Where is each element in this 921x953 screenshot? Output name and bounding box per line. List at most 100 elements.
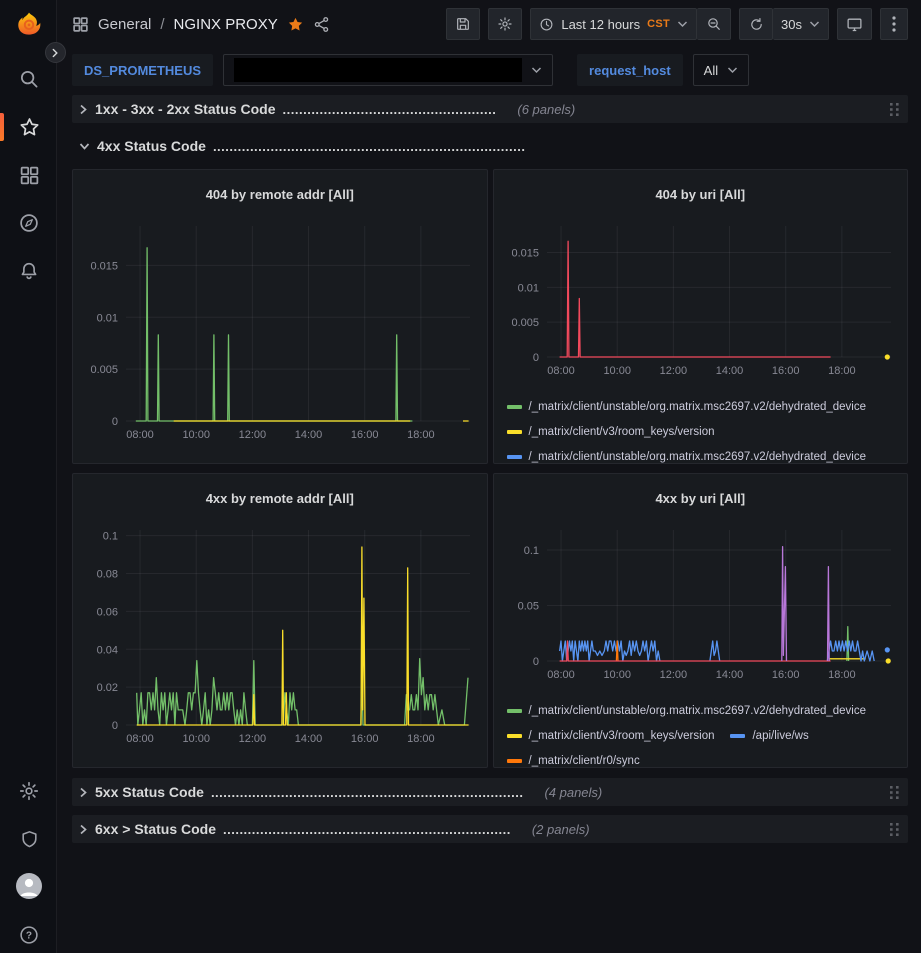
legend-swatch: [507, 405, 522, 409]
person-icon: [16, 873, 42, 899]
grafana-logo[interactable]: [16, 11, 42, 37]
shield-icon: [19, 829, 40, 850]
panel-title[interactable]: 4xx by remote addr [All]: [73, 485, 487, 513]
svg-text:10:00: 10:00: [183, 429, 211, 441]
time-range-button[interactable]: Last 12 hours CST: [530, 8, 697, 40]
sidebar-item-dashboards[interactable]: [16, 162, 42, 188]
legend-label: 172.18.0.6: [188, 459, 242, 463]
zoom-out-time-button[interactable]: [697, 8, 731, 40]
row-drag-handle[interactable]: [889, 102, 900, 117]
sidebar-expand-button[interactable]: [45, 42, 66, 63]
dashboard-settings-button[interactable]: [488, 8, 522, 40]
variable-label: DS_PROMETHEUS: [72, 54, 213, 86]
svg-text:08:00: 08:00: [547, 669, 575, 681]
svg-text:14:00: 14:00: [295, 429, 323, 441]
row-drag-handle[interactable]: [889, 822, 900, 837]
compass-icon: [18, 212, 40, 234]
legend-item[interactable]: 10.0.3.2: [86, 763, 150, 767]
legend: /_matrix/client/unstable/org.matrix.msc2…: [494, 687, 908, 767]
legend-label: 172.18.0.6: [188, 763, 242, 767]
redacted-value: [234, 58, 522, 82]
dashboards-grid-icon: [72, 16, 89, 33]
kebab-menu-button[interactable]: [880, 8, 908, 40]
panel-title[interactable]: 404 by remote addr [All]: [73, 181, 487, 209]
row-4xx[interactable]: 4xx Status Code ........................…: [72, 132, 908, 160]
save-dashboard-button[interactable]: [446, 8, 480, 40]
variable-value-dropdown[interactable]: [223, 54, 553, 86]
svg-text:0.01: 0.01: [97, 312, 118, 324]
legend-item[interactable]: /_matrix/client/v3/room_keys/version: [507, 420, 715, 445]
legend-label: /_matrix/client/r0/sync: [529, 749, 640, 767]
svg-text:12:00: 12:00: [239, 429, 267, 441]
grafana-app: ? General / NGINX PROXY: [0, 0, 921, 953]
sidebar-item-alerting[interactable]: [16, 258, 42, 284]
time-series-chart[interactable]: 08:0010:0012:0014:0016:0018:0000.0050.01…: [501, 222, 900, 383]
row-drag-handle[interactable]: [889, 785, 900, 800]
svg-text:0.015: 0.015: [91, 260, 119, 272]
row-title-dots: ........................................…: [223, 822, 511, 837]
sidebar-item-settings[interactable]: [16, 778, 42, 804]
svg-text:14:00: 14:00: [295, 733, 323, 745]
legend-label: /_matrix/client/unstable/org.matrix.msc2…: [529, 395, 867, 420]
legend-label: 10.0.3.2: [108, 763, 150, 767]
refresh-interval-button[interactable]: 30s: [773, 8, 829, 40]
time-series-chart[interactable]: 08:0010:0012:0014:0016:0018:0000.050.1: [501, 526, 900, 687]
legend-item[interactable]: /_matrix/client/r0/sync: [507, 749, 640, 767]
legend-item[interactable]: 172.18.0.6: [166, 763, 242, 767]
svg-text:0.015: 0.015: [511, 247, 539, 259]
svg-text:14:00: 14:00: [716, 669, 744, 681]
svg-text:0.06: 0.06: [97, 606, 118, 618]
panel-4xx-by-uri: 4xx by uri [All] 08:0010:0012:0014:0016:…: [493, 473, 909, 768]
row-6xx[interactable]: 6xx > Status Code ......................…: [72, 815, 908, 843]
sidebar-item-starred[interactable]: [16, 114, 42, 140]
svg-text:10:00: 10:00: [603, 669, 631, 681]
row-title-dots: ........................................…: [211, 785, 524, 800]
legend-item[interactable]: 10.0.3.2: [86, 459, 150, 463]
timezone-label: CST: [647, 18, 670, 30]
panel-title[interactable]: 404 by uri [All]: [494, 181, 908, 209]
svg-text:0.04: 0.04: [97, 644, 118, 656]
svg-text:10:00: 10:00: [603, 365, 631, 377]
sidebar-item-server-admin[interactable]: [16, 826, 42, 852]
legend-item[interactable]: /_matrix/client/unstable/org.matrix.msc2…: [507, 395, 867, 420]
sidebar-item-help[interactable]: ?: [16, 922, 42, 948]
refresh-button[interactable]: [739, 8, 773, 40]
legend-item[interactable]: /_matrix/client/v3/room_keys/version: [507, 724, 715, 749]
panel-title[interactable]: 4xx by uri [All]: [494, 485, 908, 513]
star-filled-icon: [287, 16, 304, 33]
row-panel-count: (2 panels): [532, 822, 590, 837]
breadcrumb-folder[interactable]: General: [98, 16, 151, 33]
share-button[interactable]: [313, 16, 330, 33]
refresh-group: 30s: [739, 8, 829, 40]
legend-item[interactable]: /api/live/ws: [730, 724, 808, 749]
svg-text:0.1: 0.1: [523, 545, 538, 557]
sidebar-item-profile[interactable]: [16, 873, 42, 899]
time-series-chart[interactable]: 08:0010:0012:0014:0016:0018:0000.020.040…: [80, 526, 479, 751]
svg-text:0.05: 0.05: [517, 600, 538, 612]
variable-value-dropdown[interactable]: All: [693, 54, 749, 86]
legend-item[interactable]: /_matrix/client/unstable/org.matrix.msc2…: [507, 445, 867, 463]
row-title: 6xx > Status Code: [95, 821, 216, 837]
svg-text:0.01: 0.01: [517, 282, 538, 294]
row-title-dots: ........................................…: [283, 102, 497, 117]
dashboard-canvas: 1xx - 3xx - 2xx Status Code ............…: [57, 92, 921, 953]
row-1xx-3xx-2xx[interactable]: 1xx - 3xx - 2xx Status Code ............…: [72, 95, 908, 123]
sidebar-item-explore[interactable]: [16, 210, 42, 236]
chevron-down-icon: [809, 20, 820, 28]
time-series-chart[interactable]: 08:0010:0012:0014:0016:0018:0000.0050.01…: [80, 222, 479, 447]
legend-item[interactable]: 172.18.0.6: [166, 459, 242, 463]
row-5xx[interactable]: 5xx Status Code ........................…: [72, 778, 908, 806]
svg-text:12:00: 12:00: [659, 669, 687, 681]
monitor-icon: [846, 16, 863, 33]
time-picker-group: Last 12 hours CST: [530, 8, 731, 40]
row-panel-count: (6 panels): [517, 102, 575, 117]
legend-item[interactable]: /_matrix/client/unstable/org.matrix.msc2…: [507, 699, 867, 724]
favorite-star-button[interactable]: [287, 16, 304, 33]
legend-swatch: [730, 734, 745, 738]
dashboard-title[interactable]: NGINX PROXY: [174, 16, 278, 33]
sidebar: ?: [0, 0, 57, 953]
svg-text:0: 0: [533, 656, 539, 668]
sidebar-item-search[interactable]: [16, 66, 42, 92]
navbar-actions: Last 12 hours CST 30s: [446, 8, 908, 40]
tv-cycle-button[interactable]: [837, 8, 872, 40]
